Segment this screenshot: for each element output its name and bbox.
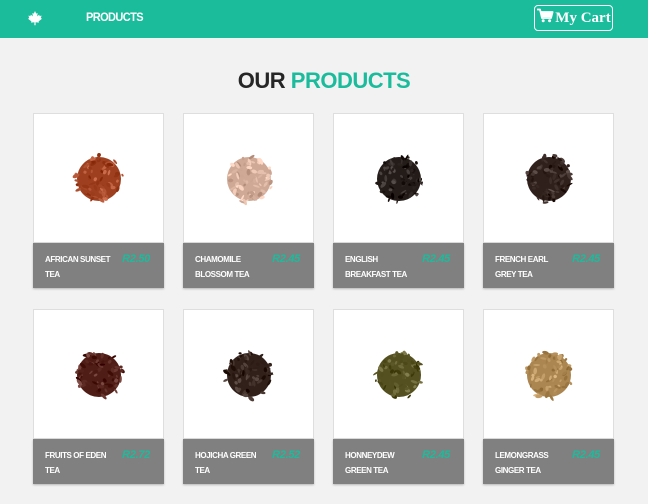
product-info-bar: LEMONGRASS GINGER TEA R2.45 (483, 439, 614, 484)
product-image[interactable] (183, 113, 314, 243)
product-info-bar: HONNEYDEW GREEN TEA R2.45 (333, 439, 464, 484)
product-name: HOJICHA GREEN TEA (195, 451, 257, 475)
product-price: R2.52 (272, 449, 300, 461)
product-card[interactable]: FRUITS OF EDEN TEA R2.72 (33, 309, 164, 484)
product-price: R2.45 (572, 449, 600, 461)
product-image[interactable] (33, 113, 164, 243)
my-cart-button[interactable]: My Cart (534, 5, 613, 31)
tea-leaves-image (375, 154, 424, 204)
tea-leaves-image (75, 352, 125, 400)
product-image[interactable] (483, 309, 614, 439)
product-info-bar: AFRICAN SUNSET TEA R2.50 (33, 243, 164, 288)
product-price: R2.45 (572, 253, 600, 265)
product-info-bar: FRUITS OF EDEN TEA R2.72 (33, 439, 164, 484)
page-title-part1: OUR (237, 68, 286, 93)
product-price: R2.45 (422, 449, 450, 461)
product-name: LEMONGRASS GINGER TEA (495, 451, 549, 475)
product-price: R2.72 (122, 449, 150, 461)
tea-leaves-image (373, 350, 423, 399)
product-name: FRUITS OF EDEN TEA (45, 451, 107, 475)
nav-link-products[interactable]: PRODUCTS (86, 11, 144, 24)
product-info-bar: ENGLISH BREAKFAST TEA R2.45 (333, 243, 464, 288)
maple-leaf-icon[interactable] (27, 10, 43, 26)
tea-leaves-image (72, 153, 124, 203)
product-image[interactable] (333, 113, 464, 243)
product-image[interactable] (483, 113, 614, 243)
product-info-bar: CHAMOMILE BLOSSOM TEA R2.45 (183, 243, 314, 288)
product-image[interactable] (33, 309, 164, 439)
product-card[interactable]: FRENCH EARL GREY TEA R2.45 (483, 113, 614, 288)
shopping-cart-icon (536, 8, 554, 28)
navbar: PRODUCTS My Cart (0, 0, 648, 38)
product-card[interactable]: HOJICHA GREEN TEA R2.52 (183, 309, 314, 484)
tea-leaves-image (525, 350, 573, 401)
product-name: AFRICAN SUNSET TEA (45, 255, 111, 279)
product-price: R2.45 (272, 253, 300, 265)
product-card[interactable]: AFRICAN SUNSET TEA R2.50 (33, 113, 164, 288)
product-price: R2.45 (422, 253, 450, 265)
product-image[interactable] (333, 309, 464, 439)
tea-leaves-image (525, 153, 573, 204)
product-card[interactable]: ENGLISH BREAKFAST TEA R2.45 (333, 113, 464, 288)
product-name: ENGLISH BREAKFAST TEA (345, 255, 407, 279)
product-name: HONNEYDEW GREEN TEA (345, 451, 395, 475)
product-card[interactable]: CHAMOMILE BLOSSOM TEA R2.45 (183, 113, 314, 288)
product-card[interactable]: HONNEYDEW GREEN TEA R2.45 (333, 309, 464, 484)
product-image[interactable] (183, 309, 314, 439)
product-name: CHAMOMILE BLOSSOM TEA (195, 255, 250, 279)
cart-label: My Cart (555, 9, 611, 26)
product-card[interactable]: LEMONGRASS GINGER TEA R2.45 (483, 309, 614, 484)
tea-leaves-image (227, 154, 273, 206)
product-info-bar: FRENCH EARL GREY TEA R2.45 (483, 243, 614, 288)
product-price: R2.50 (122, 253, 150, 265)
product-info-bar: HOJICHA GREEN TEA R2.52 (183, 439, 314, 484)
tea-leaves-image (223, 350, 274, 402)
page-title-part2: PRODUCTS (290, 68, 411, 93)
product-name: FRENCH EARL GREY TEA (495, 255, 548, 279)
page-title: OUR PRODUCTS (0, 68, 648, 94)
